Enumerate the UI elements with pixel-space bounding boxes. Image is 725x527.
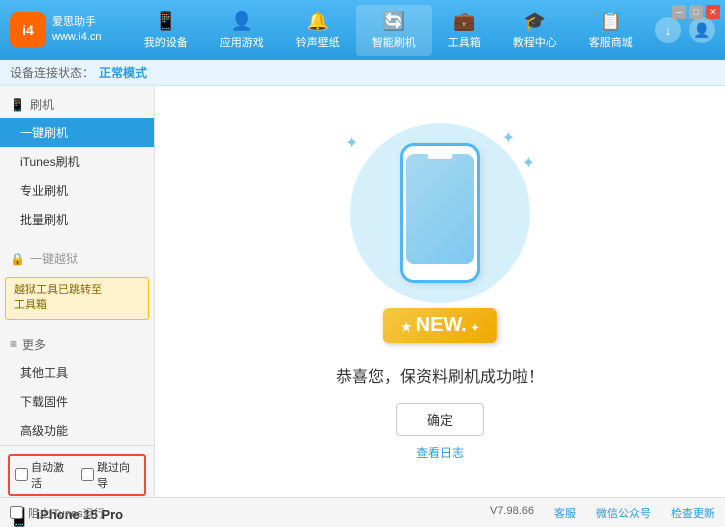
minimize-button[interactable]: ─ [672, 5, 686, 19]
ringtone-icon: 🔔 [307, 11, 329, 32]
sidebar: 📱 刷机 一键刷机 iTunes刷机 专业刷机 批量刷机 🔒 [0, 86, 155, 497]
nav-service[interactable]: 📋 客服商城 [573, 5, 649, 56]
sidebar-item-one-key-flash[interactable]: 一键刷机 [0, 118, 154, 147]
phone-illustration: ✦ ✦ ✦ NEW. [340, 123, 540, 343]
sidebar-item-batch-flash[interactable]: 批量刷机 [0, 205, 154, 234]
logo: i4 爱思助手 www.i4.cn [10, 12, 102, 48]
customer-service-link[interactable]: 客服 [554, 505, 576, 521]
block-itunes-label: 阻止iTunes运行 [28, 505, 105, 521]
sparkle-icon-3: ✦ [502, 128, 515, 148]
status-label: 设备连接状态： [10, 64, 94, 81]
sparkle-icon-2: ✦ [522, 153, 535, 173]
my-device-icon: 📱 [155, 11, 177, 32]
user-button[interactable]: 👤 [689, 17, 715, 43]
tutorial-icon: 🎓 [524, 11, 546, 32]
check-update-link[interactable]: 检查更新 [671, 505, 715, 521]
flash-section: 📱 刷机 一键刷机 iTunes刷机 专业刷机 批量刷机 [0, 86, 154, 239]
version-label: V7.98.66 [490, 505, 534, 521]
header-right: ↓ 👤 [655, 17, 715, 43]
sidebar-item-itunes-flash[interactable]: iTunes刷机 [0, 147, 154, 176]
apps-icon: 👤 [231, 11, 253, 32]
sidebar-item-download-firmware[interactable]: 下载固件 [0, 387, 154, 416]
smart-flash-icon: 🔄 [383, 11, 405, 32]
flash-section-header: 📱 刷机 [0, 91, 154, 118]
header: i4 爱思助手 www.i4.cn 📱 我的设备 👤 应用游戏 🔔 铃声壁纸 🔄 [0, 0, 725, 60]
auto-activate-input[interactable] [15, 468, 28, 481]
nav-my-device[interactable]: 📱 我的设备 [128, 5, 204, 56]
view-log-link[interactable]: 查看日志 [416, 444, 464, 461]
nav-smart-flash[interactable]: 🔄 智能刷机 [356, 5, 432, 56]
skip-guide-input[interactable] [81, 468, 94, 481]
sparkle-icon-1: ✦ [345, 133, 358, 153]
jailbreak-notice: 越狱工具已跳转至工具箱 [5, 277, 149, 320]
logo-text: 爱思助手 www.i4.cn [52, 15, 102, 46]
success-message: 恭喜您，保资料刷机成功啦！ [336, 363, 544, 387]
toolbox-icon: 💼 [453, 11, 475, 32]
footer-left: 阻止iTunes运行 [10, 505, 105, 521]
lock-icon: 🔒 [10, 252, 25, 266]
content-area: ✦ ✦ ✦ NEW. 恭喜您，保资料刷机成功啦！ 确定 查看日志 [155, 86, 725, 497]
phone-body [400, 143, 480, 283]
nav-ringtones[interactable]: 🔔 铃声壁纸 [280, 5, 356, 56]
close-button[interactable]: ✕ [706, 5, 720, 19]
download-button[interactable]: ↓ [655, 17, 681, 43]
new-badge: NEW. [383, 308, 497, 343]
phone-screen [406, 154, 474, 264]
nav-toolbox[interactable]: 💼 工具箱 [432, 5, 497, 56]
more-section-header: ≡ 更多 [0, 331, 154, 358]
nav-apps-games[interactable]: 👤 应用游戏 [204, 5, 280, 56]
nav-tutorial[interactable]: 🎓 教程中心 [497, 5, 573, 56]
restore-button[interactable]: □ [689, 5, 703, 19]
wechat-link[interactable]: 微信公众号 [596, 505, 651, 521]
sidebar-item-other-tools[interactable]: 其他工具 [0, 358, 154, 387]
service-icon: 📋 [600, 11, 622, 32]
sidebar-item-advanced[interactable]: 高级功能 [0, 416, 154, 445]
status-value: 正常模式 [99, 64, 147, 81]
window-controls: ─ □ ✕ [672, 5, 720, 19]
skip-guide-checkbox[interactable]: 跳过向导 [81, 459, 139, 491]
status-bar: 设备连接状态： 正常模式 [0, 60, 725, 86]
logo-icon: i4 [10, 12, 46, 48]
confirm-button[interactable]: 确定 [396, 403, 484, 436]
block-itunes-checkbox[interactable] [10, 506, 23, 519]
jailbreak-section: 🔒 一键越狱 [0, 245, 154, 272]
checkbox-row: 自动激活 跳过向导 [8, 454, 146, 496]
main-content: 📱 刷机 一键刷机 iTunes刷机 专业刷机 批量刷机 🔒 [0, 86, 725, 497]
nav-bar: 📱 我的设备 👤 应用游戏 🔔 铃声壁纸 🔄 智能刷机 💼 工具箱 🎓 [122, 5, 655, 56]
phone-notch [428, 153, 453, 159]
footer-right: V7.98.66 客服 微信公众号 检查更新 [490, 505, 715, 521]
auto-activate-checkbox[interactable]: 自动激活 [15, 459, 73, 491]
more-icon: ≡ [10, 337, 17, 351]
flash-header-icon: 📱 [10, 98, 25, 112]
sidebar-item-pro-flash[interactable]: 专业刷机 [0, 176, 154, 205]
